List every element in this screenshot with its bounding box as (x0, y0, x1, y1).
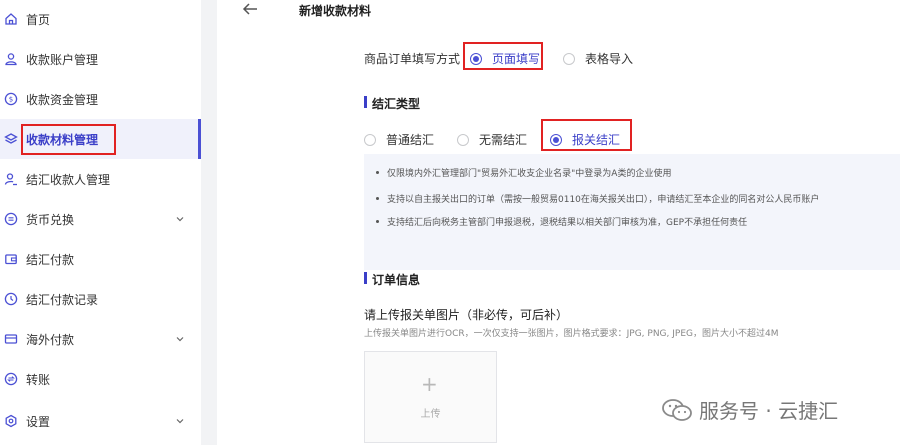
wechat-icon (661, 397, 693, 423)
sidebar-item-overseas-payment[interactable]: 海外付款 (0, 319, 201, 359)
dollar-circle-icon: $ (4, 92, 18, 106)
sidebar: 首页 收款账户管理 $ 收款资金管理 收款材料管理 结汇收款人管理 货币兑换 结… (0, 0, 201, 445)
sidebar-item-label: 结汇付款记录 (26, 292, 99, 307)
sidebar-item-label: 收款资金管理 (26, 92, 99, 107)
sidebar-item-funds-management[interactable]: $ 收款资金管理 (0, 79, 201, 119)
sidebar-item-label: 设置 (26, 414, 51, 429)
order-fill-label: 商品订单填写方式 (364, 52, 461, 66)
radio-label: 无需结汇 (479, 133, 528, 147)
highlight-box (541, 119, 632, 151)
back-arrow-icon[interactable] (241, 2, 259, 16)
settlement-type-title: 结汇类型 (364, 95, 420, 112)
form-content: 商品订单填写方式 页面填写 表格导入 结汇类型 普通结汇 无需结汇 报关结汇 仅… (217, 30, 900, 445)
highlight-box (463, 42, 543, 70)
user-edit-icon (4, 172, 18, 186)
sidebar-item-home[interactable]: 首页 (0, 0, 201, 39)
transfer-icon (4, 372, 18, 386)
chevron-down-icon[interactable] (175, 213, 185, 223)
settings-icon (4, 414, 18, 428)
wallet-icon (4, 252, 18, 266)
home-icon (4, 12, 18, 26)
sidebar-item-transfer[interactable]: 转账 (0, 359, 201, 399)
clock-icon (4, 292, 18, 306)
sidebar-item-account-management[interactable]: 收款账户管理 (0, 39, 201, 79)
sidebar-item-settings[interactable]: 设置 (0, 401, 201, 441)
sidebar-item-label: 收款账户管理 (26, 52, 99, 67)
sidebar-item-label: 海外付款 (26, 332, 75, 347)
sidebar-item-payee-management[interactable]: 结汇收款人管理 (0, 159, 201, 199)
watermark: 服务号 · 云捷汇 (661, 395, 838, 424)
sidebar-item-label: 转账 (26, 372, 51, 387)
radio-dot (364, 133, 376, 146)
order-info-title: 订单信息 (364, 271, 420, 288)
highlight-box (21, 124, 116, 155)
card-icon (4, 332, 18, 346)
radio-table-import[interactable]: 表格导入 (563, 50, 633, 67)
radio-dot (563, 52, 575, 65)
sidebar-item-currency-exchange[interactable]: 货币兑换 (0, 199, 201, 239)
watermark-text: 服务号 · 云捷汇 (699, 399, 839, 423)
active-indicator (198, 119, 201, 159)
radio-label: 表格导入 (585, 52, 634, 66)
sidebar-item-label: 首页 (26, 12, 51, 27)
sidebar-item-label: 货币兑换 (26, 212, 75, 227)
sidebar-item-label: 结汇收款人管理 (26, 172, 111, 187)
notice-item: 仅限境内外汇管理部门"贸易外汇收支企业名录"中登录为A类的企业使用 (376, 166, 671, 179)
plus-icon: + (421, 372, 438, 396)
radio-normal-settlement[interactable]: 普通结汇 (364, 131, 434, 148)
upload-button[interactable]: + 上传 (364, 351, 497, 443)
exchange-icon (4, 212, 18, 226)
radio-label: 普通结汇 (386, 133, 435, 147)
upload-label: 上传 (420, 409, 441, 420)
user-icon (4, 52, 18, 66)
radio-dot (457, 133, 469, 146)
upload-hint: 上传报关单图片进行OCR，一次仅支持一张图片，图片格式要求：JPG, PNG, … (364, 329, 779, 339)
radio-no-settlement[interactable]: 无需结汇 (457, 131, 527, 148)
sidebar-item-settlement-records[interactable]: 结汇付款记录 (0, 279, 201, 319)
notice-item: 支持结汇后向税务主管部门申报退税，退税结果以相关部门审核为准，GEP不承担任何责… (376, 215, 747, 228)
upload-title: 请上传报关单图片（非必传，可后补） (364, 308, 569, 322)
sidebar-item-label: 结汇付款 (26, 252, 75, 267)
notice-item: 支持以自主报关出口的订单（需按一般贸易0110在海关报关出口），申请结汇至本企业… (376, 192, 819, 205)
layers-icon (4, 132, 18, 146)
svg-text:$: $ (9, 96, 13, 104)
page-title: 新增收款材料 (299, 4, 372, 18)
settlement-notice: 仅限境内外汇管理部门"贸易外汇收支企业名录"中登录为A类的企业使用 支持以自主报… (364, 154, 900, 270)
page-header: 新增收款材料 (217, 0, 900, 30)
chevron-down-icon[interactable] (175, 333, 185, 343)
chevron-down-icon[interactable] (175, 415, 185, 425)
sidebar-item-settlement-payment[interactable]: 结汇付款 (0, 239, 201, 279)
